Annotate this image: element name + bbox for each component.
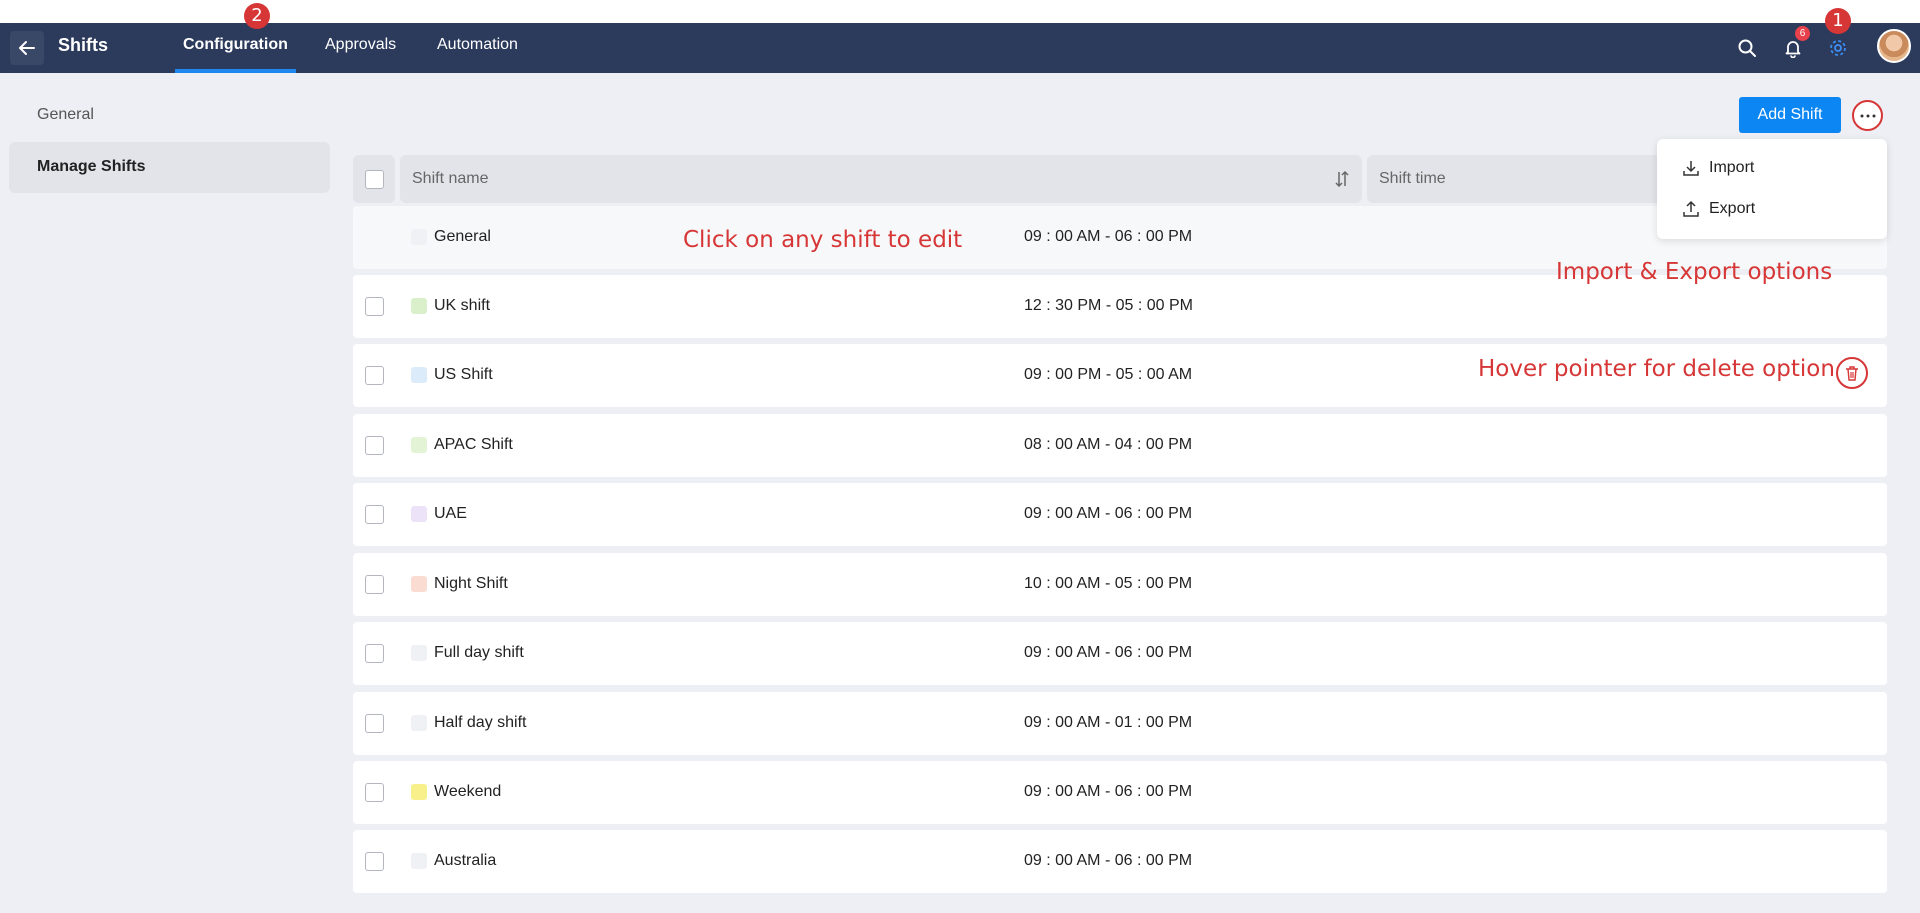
header-select-cell	[353, 155, 395, 203]
add-shift-button[interactable]: Add Shift	[1739, 97, 1841, 133]
sort-icon[interactable]	[1334, 169, 1350, 189]
shift-color-swatch	[411, 506, 427, 522]
top-header: Shifts Configuration Approvals Automatio…	[0, 23, 1920, 73]
shift-color-swatch	[411, 229, 427, 245]
table-row[interactable]: UAE 09 : 00 AM - 06 : 00 PM	[353, 483, 1887, 546]
select-all-checkbox[interactable]	[365, 170, 384, 189]
shift-name: Half day shift	[434, 714, 527, 731]
annotation-number-1: 1	[1825, 8, 1851, 34]
column-header-shift-name[interactable]: Shift name	[400, 155, 1362, 203]
shift-color-swatch	[411, 715, 427, 731]
row-checkbox[interactable]	[365, 644, 384, 663]
shift-name: US Shift	[434, 366, 493, 383]
row-checkbox[interactable]	[365, 505, 384, 524]
shift-time: 09 : 00 AM - 06 : 00 PM	[1024, 644, 1193, 661]
menu-item-label: Import	[1709, 159, 1755, 176]
menu-item-label: Export	[1709, 200, 1756, 217]
tab-automation[interactable]: Automation	[437, 36, 518, 54]
shift-name: APAC Shift	[434, 436, 513, 453]
shift-time: 09 : 00 AM - 01 : 00 PM	[1024, 714, 1193, 731]
gear-icon[interactable]	[1823, 33, 1853, 63]
shift-time: 09 : 00 AM - 06 : 00 PM	[1024, 505, 1193, 522]
shift-time: 08 : 00 AM - 04 : 00 PM	[1024, 436, 1193, 453]
shift-name: Australia	[434, 852, 497, 869]
row-checkbox[interactable]	[365, 575, 384, 594]
sidebar-item-manage-shifts[interactable]: Manage Shifts	[9, 142, 330, 193]
shift-time: 09 : 00 PM - 05 : 00 AM	[1024, 366, 1193, 383]
shift-color-swatch	[411, 367, 427, 383]
active-tab-indicator	[175, 69, 296, 73]
shift-name: Full day shift	[434, 644, 524, 661]
annotation-delete-hint: Hover pointer for delete option	[1478, 356, 1835, 382]
table-row[interactable]: Weekend 09 : 00 AM - 06 : 00 PM	[353, 761, 1887, 824]
avatar[interactable]	[1877, 29, 1911, 63]
table-row[interactable]: Australia 09 : 00 AM - 06 : 00 PM	[353, 830, 1887, 893]
shift-time: 12 : 30 PM - 05 : 00 PM	[1024, 297, 1193, 314]
table-row[interactable]: Full day shift 09 : 00 AM - 06 : 00 PM	[353, 622, 1887, 685]
top-strip	[0, 0, 1920, 23]
table-row[interactable]: Night Shift 10 : 00 AM - 05 : 00 PM	[353, 553, 1887, 616]
shift-color-swatch	[411, 298, 427, 314]
row-checkbox[interactable]	[365, 297, 384, 316]
sidebar-item-label: Manage Shifts	[37, 158, 146, 175]
menu-item-import[interactable]: Import	[1681, 154, 1754, 182]
annotation-number-2: 2	[244, 3, 270, 29]
back-button[interactable]	[10, 31, 44, 65]
ellipsis-icon	[1860, 114, 1875, 117]
row-checkbox[interactable]	[365, 783, 384, 802]
back-arrow-icon	[19, 41, 35, 55]
tab-configuration[interactable]: Configuration	[183, 36, 288, 54]
table-row[interactable]: APAC Shift 08 : 00 AM - 04 : 00 PM	[353, 414, 1887, 477]
shift-name: UAE	[434, 505, 467, 522]
shift-color-swatch	[411, 437, 427, 453]
shift-color-swatch	[411, 576, 427, 592]
more-options-button[interactable]	[1852, 100, 1883, 131]
column-label: Shift name	[412, 170, 489, 187]
app-title: Shifts	[58, 35, 109, 55]
shift-name: Night Shift	[434, 575, 508, 592]
shift-name: General	[434, 228, 491, 245]
annotation-import-export-hint: Import & Export options	[1556, 259, 1833, 285]
annotation-edit-hint: Click on any shift to edit	[683, 227, 963, 253]
shift-color-swatch	[411, 853, 427, 869]
table-row[interactable]: Half day shift 09 : 00 AM - 01 : 00 PM	[353, 692, 1887, 755]
shift-name: Weekend	[434, 783, 502, 800]
shift-time: 09 : 00 AM - 06 : 00 PM	[1024, 852, 1193, 869]
row-checkbox[interactable]	[365, 366, 384, 385]
shift-time: 09 : 00 AM - 06 : 00 PM	[1024, 783, 1193, 800]
shift-color-swatch	[411, 645, 427, 661]
notification-badge: 6	[1795, 26, 1810, 41]
more-options-menu: Import Export	[1657, 139, 1887, 239]
upload-icon	[1683, 200, 1699, 217]
row-checkbox[interactable]	[365, 714, 384, 733]
shift-color-swatch	[411, 784, 427, 800]
tab-approvals[interactable]: Approvals	[325, 36, 396, 54]
menu-item-export[interactable]: Export	[1681, 195, 1755, 223]
column-label: Shift time	[1379, 170, 1446, 187]
download-icon	[1683, 161, 1699, 176]
row-checkbox[interactable]	[365, 436, 384, 455]
shift-time: 10 : 00 AM - 05 : 00 PM	[1024, 575, 1193, 592]
trash-icon	[1846, 366, 1858, 381]
delete-option-highlight[interactable]	[1836, 357, 1868, 389]
shift-name: UK shift	[434, 297, 491, 314]
sidebar-item-general[interactable]: General	[37, 106, 94, 124]
search-icon[interactable]	[1732, 33, 1762, 63]
shift-time: 09 : 00 AM - 06 : 00 PM	[1024, 228, 1193, 245]
row-checkbox[interactable]	[365, 852, 384, 871]
